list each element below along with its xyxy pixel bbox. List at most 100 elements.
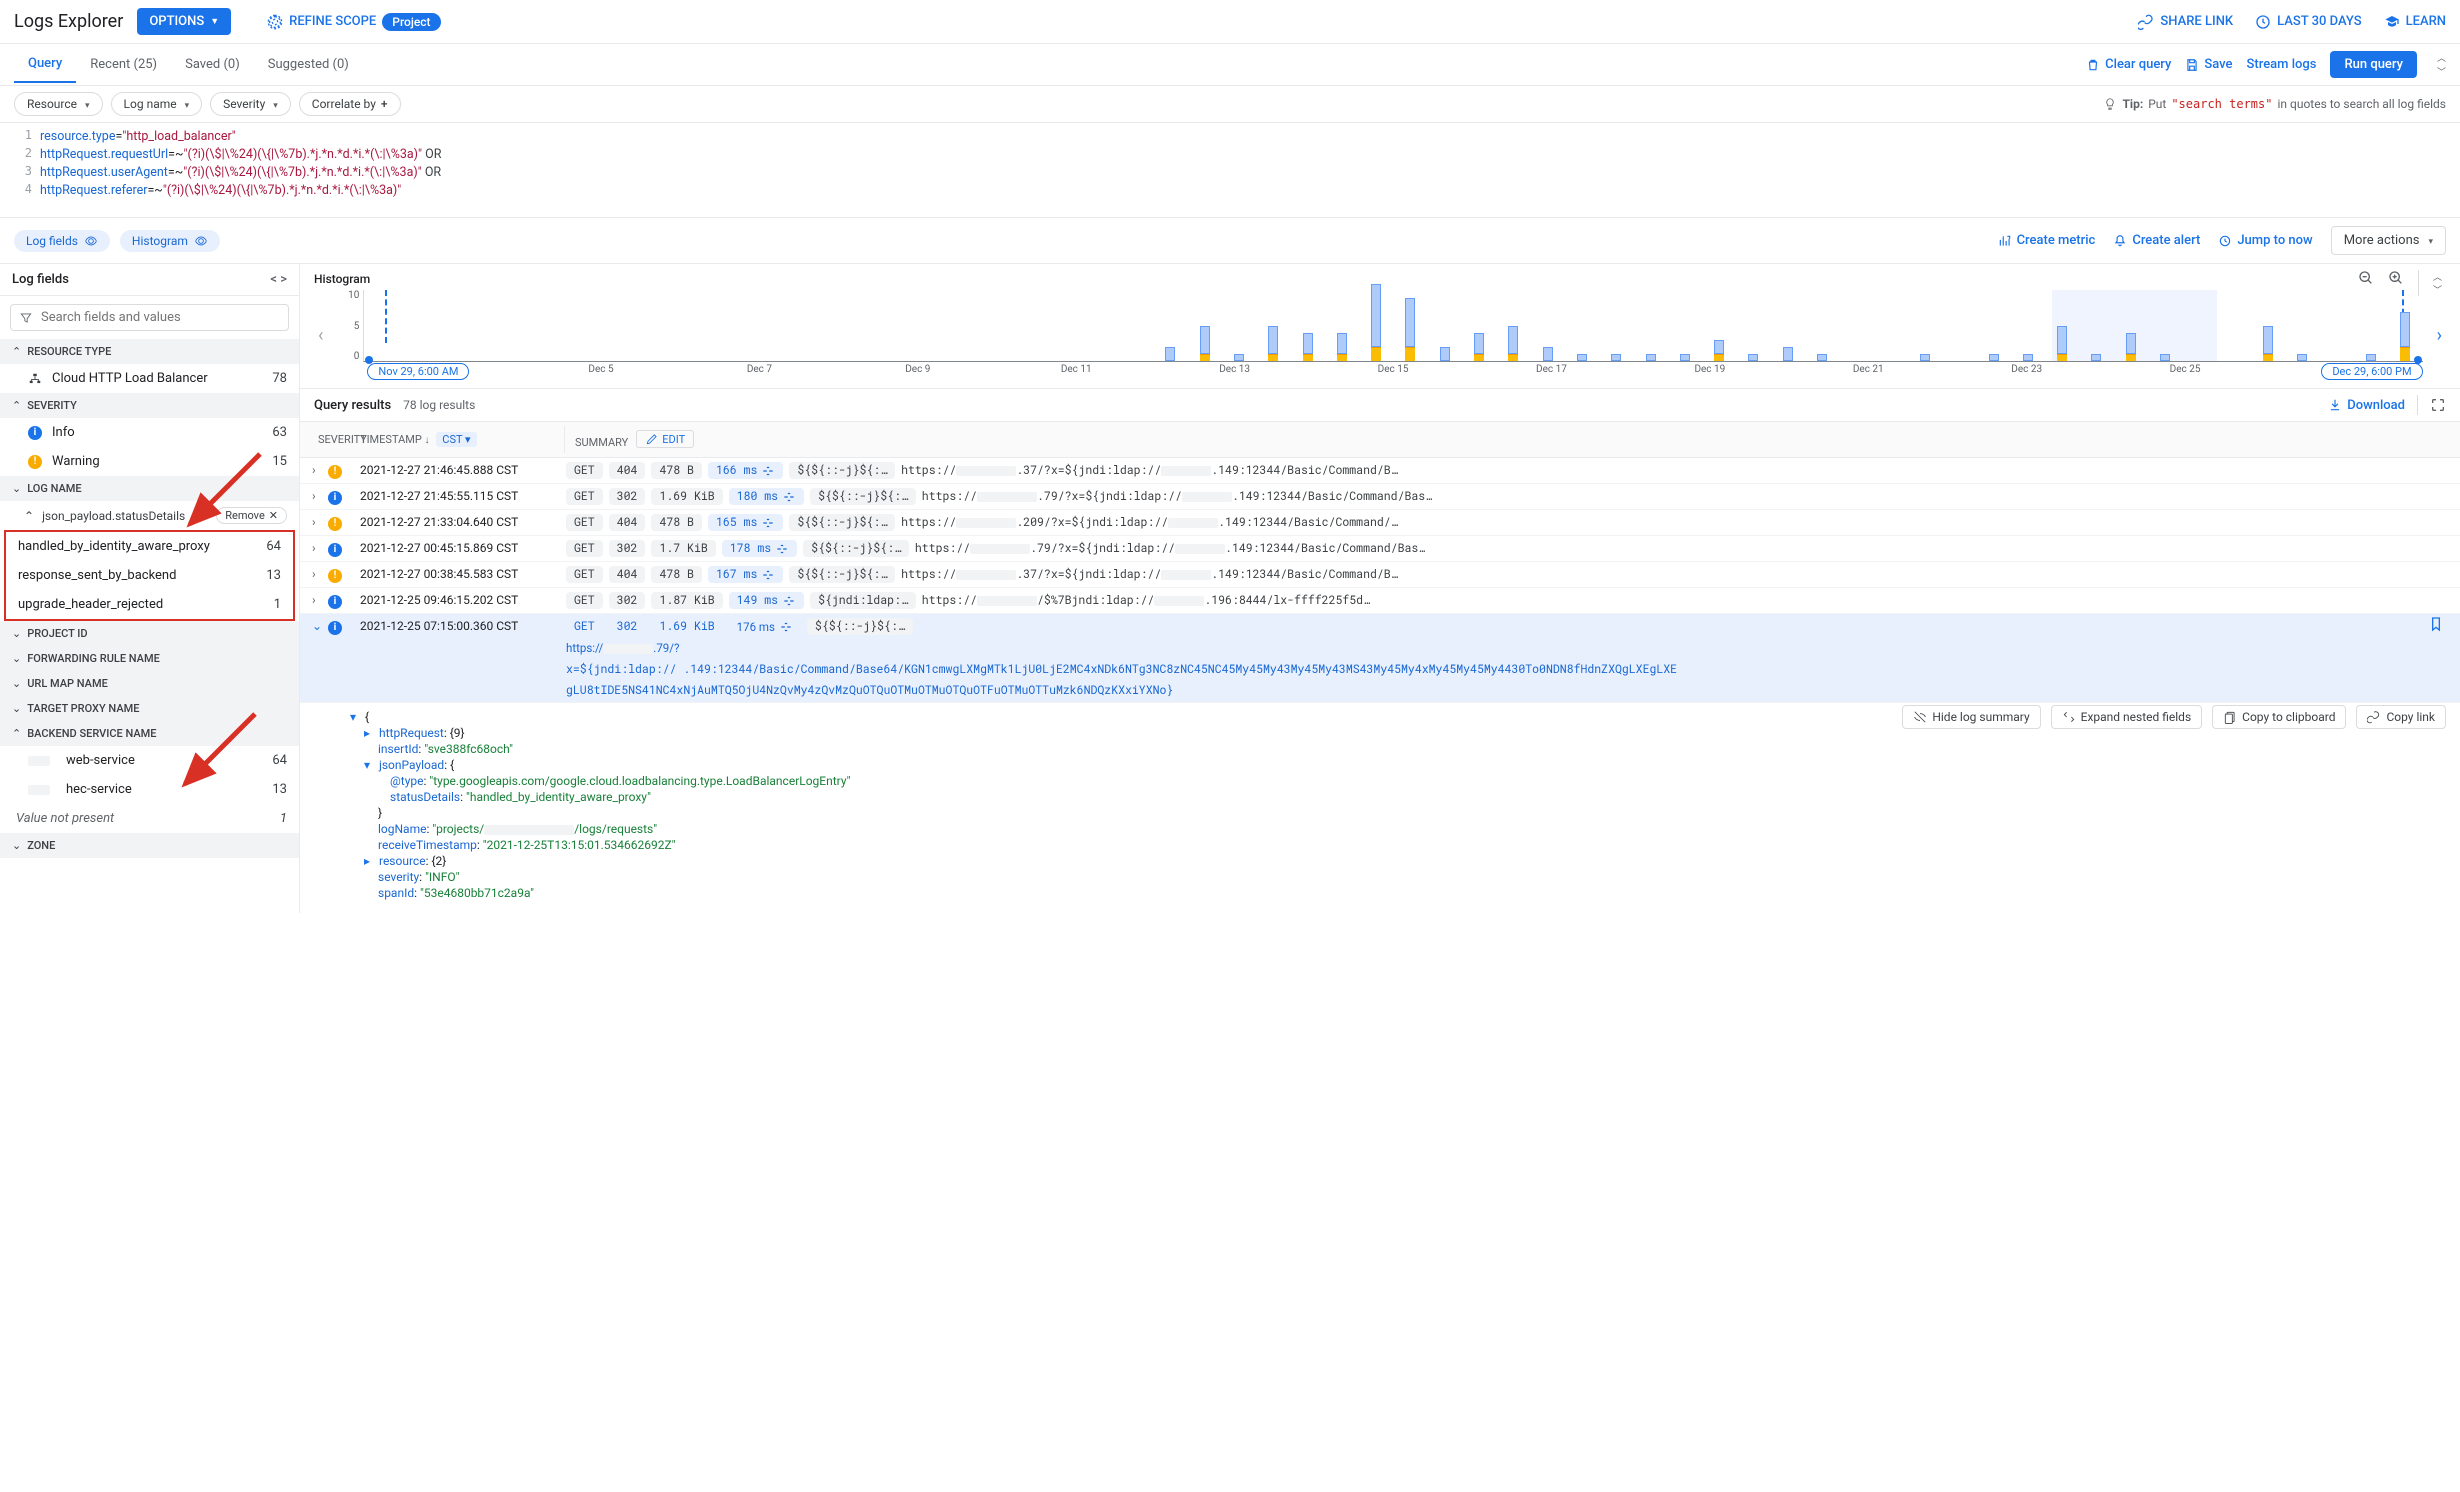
share-link-button[interactable]: SHARE LINK <box>2138 14 2233 30</box>
severity-filter[interactable]: Severity <box>210 92 291 116</box>
log-row[interactable]: › ! 2021-12-27 21:33:04.640 CST GET 404 … <box>300 510 2460 536</box>
fullscreen-icon[interactable] <box>2430 397 2446 413</box>
log-row-selected[interactable]: ⌄ i 2021-12-25 07:15:00.360 CST GET 302 … <box>300 614 2460 703</box>
zoom-in-icon[interactable] <box>2388 270 2404 286</box>
download-icon <box>2328 398 2342 412</box>
section-resource-type[interactable]: ⌃RESOURCE TYPE <box>0 339 299 364</box>
info-icon: i <box>328 595 342 609</box>
tab-query[interactable]: Query <box>14 46 76 83</box>
results-header: Query results 78 log results Download <box>300 389 2460 422</box>
learn-button[interactable]: LEARN <box>2384 14 2446 30</box>
sidebar-title: Log fields <box>12 272 69 287</box>
lb-icon <box>28 372 42 386</box>
run-query-button[interactable]: Run query <box>2330 51 2417 78</box>
field-severity-info[interactable]: iInfo63 <box>0 418 299 447</box>
expand-row-icon[interactable]: › <box>312 564 328 581</box>
histogram-next[interactable]: › <box>2433 321 2446 350</box>
tab-recent[interactable]: Recent (25) <box>76 47 171 82</box>
download-button[interactable]: Download <box>2328 398 2405 413</box>
fields-search-input[interactable] <box>10 304 289 331</box>
tip-text: Tip: Put "search terms" in quotes to sea… <box>2103 97 2446 111</box>
expand-icon <box>2062 710 2076 724</box>
bookmark-icon[interactable] <box>2424 616 2448 636</box>
warning-icon: ! <box>328 569 342 583</box>
create-metric-button[interactable]: Create metric <box>1998 233 2096 248</box>
log-row[interactable]: › i 2021-12-27 21:45:55.115 CST GET 302 … <box>300 484 2460 510</box>
refine-scope-button[interactable]: REFINE SCOPE Project <box>255 7 452 37</box>
info-icon: i <box>328 543 342 557</box>
log-fields-sidebar: Log fields < > ⌃RESOURCE TYPE Cloud HTTP … <box>0 264 300 913</box>
edit-columns-button[interactable]: EDIT <box>636 430 694 448</box>
log-detail: Hide log summary Expand nested fields Co… <box>300 703 2460 913</box>
field-backend-web[interactable]: web-service64 <box>0 746 299 775</box>
histogram-prev[interactable]: ‹ <box>314 321 327 350</box>
stream-logs-button[interactable]: Stream logs <box>2247 57 2317 72</box>
logname-filter[interactable]: Log name <box>111 92 203 116</box>
expand-row-icon[interactable]: › <box>312 486 328 503</box>
copy-link-button[interactable]: Copy link <box>2356 705 2446 729</box>
expand-row-icon[interactable]: › <box>312 460 328 477</box>
subhead-statusdetails[interactable]: ⌃json_payload.statusDetailsRemove✕ <box>0 501 299 530</box>
zoom-out-icon[interactable] <box>2358 270 2374 286</box>
section-target-proxy[interactable]: ⌄TARGET PROXY NAME <box>0 696 299 721</box>
histogram-chart[interactable]: 1050 Dec 3Dec 5Dec 7Dec 9Dec 11Dec 13Dec… <box>337 290 2422 380</box>
log-row[interactable]: › i 2021-12-27 00:45:15.869 CST GET 302 … <box>300 536 2460 562</box>
collapse-sidebar-icon[interactable]: < > <box>270 272 287 287</box>
options-button[interactable]: OPTIONS ▼ <box>137 8 231 35</box>
field-sd-upgrade[interactable]: upgrade_header_rejected1 <box>6 590 293 619</box>
link-icon <box>2367 710 2381 724</box>
section-url-map[interactable]: ⌄URL MAP NAME <box>0 671 299 696</box>
section-fwd-rule[interactable]: ⌄FORWARDING RULE NAME <box>0 646 299 671</box>
field-severity-warning[interactable]: !Warning15 <box>0 447 299 476</box>
section-log-name[interactable]: ⌄LOG NAME <box>0 476 299 501</box>
trash-icon <box>2086 58 2100 72</box>
query-editor[interactable]: 1resource.type="http_load_balancer"2http… <box>0 123 2460 218</box>
save-button[interactable]: Save <box>2185 57 2232 72</box>
clock-icon <box>2255 14 2271 30</box>
warning-icon: ! <box>28 455 42 469</box>
collapse-row-icon[interactable]: ⌄ <box>312 616 328 633</box>
expand-row-icon[interactable]: › <box>312 590 328 607</box>
histogram-chip[interactable]: Histogram <box>120 230 220 252</box>
jump-to-now-button[interactable]: Jump to now <box>2218 233 2312 248</box>
remove-chip[interactable]: Remove✕ <box>216 507 287 524</box>
info-icon: i <box>328 491 342 505</box>
field-sd-response[interactable]: response_sent_by_backend13 <box>6 561 293 590</box>
tab-saved[interactable]: Saved (0) <box>171 47 254 82</box>
clear-query-button[interactable]: Clear query <box>2086 57 2171 72</box>
warning-icon: ! <box>328 465 342 479</box>
log-row[interactable]: › ! 2021-12-27 00:38:45.583 CST GET 404 … <box>300 562 2460 588</box>
hide-summary-button[interactable]: Hide log summary <box>1902 705 2040 729</box>
collapse-histogram[interactable]: ︿﹀ <box>2433 270 2442 296</box>
scope-icon <box>267 14 283 30</box>
log-row[interactable]: › ! 2021-12-27 21:46:45.888 CST GET 404 … <box>300 458 2460 484</box>
correlate-filter[interactable]: Correlate by+ <box>299 92 401 116</box>
expand-row-icon[interactable]: › <box>312 512 328 529</box>
scope-pill: Project <box>382 13 440 31</box>
timezone-chip[interactable]: CST ▾ <box>436 432 476 447</box>
eye-icon <box>84 234 98 248</box>
log-row[interactable]: › i 2021-12-25 09:46:15.202 CST GET 302 … <box>300 588 2460 614</box>
resource-filter[interactable]: Resource <box>14 92 103 116</box>
field-sd-handled[interactable]: handled_by_identity_aware_proxy64 <box>6 532 293 561</box>
expand-row-icon[interactable]: › <box>312 538 328 555</box>
create-alert-button[interactable]: Create alert <box>2113 233 2200 248</box>
section-severity[interactable]: ⌃SEVERITY <box>0 393 299 418</box>
field-backend-notpresent[interactable]: Value not present1 <box>0 804 299 833</box>
logfields-chip[interactable]: Log fields <box>14 230 110 252</box>
section-zone[interactable]: ⌄ZONE <box>0 833 299 858</box>
bell-icon <box>2113 234 2127 248</box>
timerange-button[interactable]: LAST 30 DAYS <box>2255 14 2361 30</box>
link-icon <box>2138 14 2154 30</box>
field-resource-item[interactable]: Cloud HTTP Load Balancer78 <box>0 364 299 393</box>
copy-clipboard-button[interactable]: Copy to clipboard <box>2212 705 2346 729</box>
collapse-toggle[interactable]: ︿﹀ <box>2437 51 2446 78</box>
secondary-toolbar: Log fields Histogram Create metric Creat… <box>0 218 2460 264</box>
expand-nested-button[interactable]: Expand nested fields <box>2051 705 2203 729</box>
section-backend-service[interactable]: ⌃BACKEND SERVICE NAME <box>0 721 299 746</box>
section-project-id[interactable]: ⌄PROJECT ID <box>0 621 299 646</box>
field-backend-hec[interactable]: hec-service13 <box>0 775 299 804</box>
filter-row: Resource Log name Severity Correlate by+… <box>0 86 2460 123</box>
tab-suggested[interactable]: Suggested (0) <box>254 47 363 82</box>
more-actions-button[interactable]: More actions <box>2331 226 2446 255</box>
